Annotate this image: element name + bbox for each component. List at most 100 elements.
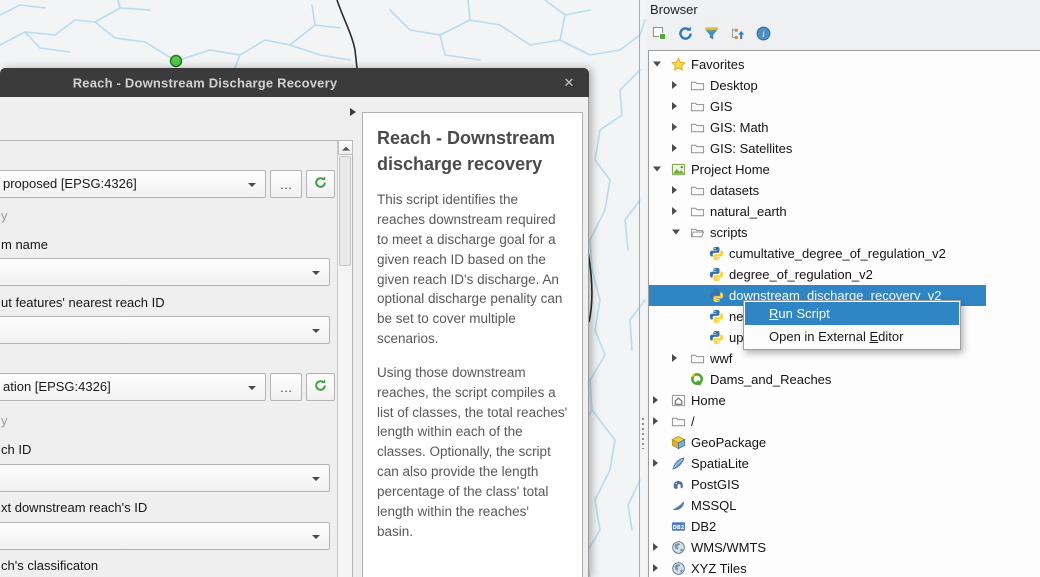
scroll-up-button[interactable] <box>338 141 353 155</box>
folder-open-icon <box>690 225 705 240</box>
dialog-titlebar[interactable]: Reach - Downstream Discharge Recovery ✕ <box>0 68 589 97</box>
tree-item-degree-of-regulation-v2[interactable]: degree_of_regulation_v2 <box>649 264 1040 285</box>
chevron-down-icon[interactable] <box>672 230 680 235</box>
project-home-icon <box>671 162 686 177</box>
tree-item-gis[interactable]: GIS <box>649 96 1040 117</box>
svg-text:i: i <box>762 30 765 40</box>
chevron-down-icon[interactable] <box>653 62 661 67</box>
chevron-down-icon <box>248 183 256 187</box>
form-scrollbar[interactable] <box>337 141 352 577</box>
tree-item-label: cumultative_degree_of_regulation_v2 <box>729 243 946 264</box>
tree-item-geopackage[interactable]: GeoPackage <box>649 432 1040 453</box>
chevron-right-icon[interactable] <box>653 543 658 551</box>
chevron-down-icon <box>312 535 320 539</box>
chevron-down-icon <box>312 477 320 481</box>
tree-item-db2[interactable]: DB2 DB2 <box>649 516 1040 537</box>
tree-item-label: ne <box>729 306 743 327</box>
tree-item-spatialite[interactable]: SpatiaLite <box>649 453 1040 474</box>
scrollbar-thumb[interactable] <box>339 156 351 266</box>
properties-button[interactable]: i <box>754 25 772 43</box>
collapse-help-icon[interactable] <box>350 108 356 116</box>
chevron-right-icon[interactable] <box>653 396 658 404</box>
folder-icon <box>690 183 705 198</box>
tree-item-label: Project Home <box>691 159 770 180</box>
menu-item-open-in-external-editor[interactable]: Open in External Editor <box>745 325 959 348</box>
folder-icon <box>671 414 686 429</box>
tree-item-natural-earth[interactable]: natural_earth <box>649 201 1040 222</box>
dock-splitter-handle[interactable] <box>642 418 644 449</box>
browse-button[interactable]: … <box>270 170 302 198</box>
tree-item-wwf[interactable]: wwf <box>649 348 1040 369</box>
layer-combo[interactable]: proposed [EPSG:4326] <box>0 170 266 198</box>
geopackage-icon <box>671 435 686 450</box>
tree-item-label: Dams_and_Reaches <box>710 369 831 390</box>
tree-item-label: natural_earth <box>710 201 787 222</box>
param-label: m name <box>1 237 48 252</box>
chevron-right-icon[interactable] <box>653 459 658 467</box>
tree-item-label: Home <box>691 390 726 411</box>
reload-layers-button[interactable] <box>306 170 335 198</box>
param-combo[interactable] <box>0 464 330 492</box>
refresh-icon <box>313 175 328 193</box>
tree-item-label: datasets <box>710 180 759 201</box>
tree-item-project-home[interactable]: Project Home <box>649 159 1040 180</box>
help-title: Reach - Downstream discharge recovery <box>377 125 567 177</box>
filter-browser-button[interactable] <box>702 25 720 43</box>
tree-item-postgis[interactable]: PostGIS <box>649 474 1040 495</box>
collapse-all-button[interactable] <box>728 25 746 43</box>
refresh-icon <box>313 378 328 396</box>
folder-icon <box>690 78 705 93</box>
tree-item-wms-wmts[interactable]: WMS/WMTS <box>649 537 1040 558</box>
param-label: ch's classificaton <box>1 558 98 573</box>
tree-item-label: DB2 <box>691 516 716 537</box>
tree-item-favorites[interactable]: Favorites <box>649 54 1040 75</box>
tree-item-item[interactable]: / <box>649 411 1040 432</box>
tree-item-label: Favorites <box>691 54 744 75</box>
tree-item-mssql[interactable]: MSSQL <box>649 495 1040 516</box>
param-combo[interactable] <box>0 522 330 550</box>
tree-item-label: GIS: Satellites <box>710 138 792 159</box>
tree-item-datasets[interactable]: datasets <box>649 180 1040 201</box>
tree-item-gis-math[interactable]: GIS: Math <box>649 117 1040 138</box>
chevron-right-icon[interactable] <box>672 186 677 194</box>
tree-item-desktop[interactable]: Desktop <box>649 75 1040 96</box>
tree-item-home[interactable]: Home <box>649 390 1040 411</box>
tree-item-gis-satellites[interactable]: GIS: Satellites <box>649 138 1040 159</box>
chevron-right-icon[interactable] <box>653 564 658 572</box>
menu-item-run-script[interactable]: Run Script <box>745 302 959 325</box>
close-icon[interactable]: ✕ <box>556 72 582 93</box>
param-combo[interactable] <box>0 316 330 344</box>
tree-item-label: Desktop <box>710 75 758 96</box>
tree-item-dams-and-reaches[interactable]: Dams_and_Reaches <box>649 369 1040 390</box>
help-pane: Reach - Downstream discharge recovery Th… <box>362 112 583 577</box>
tree-item-cumultative-degree-of-regulation-v2[interactable]: cumultative_degree_of_regulation_v2 <box>649 243 1040 264</box>
arrow-up-icon <box>342 146 350 150</box>
chevron-right-icon[interactable] <box>672 354 677 362</box>
tree-item-scripts[interactable]: scripts <box>649 222 1040 243</box>
svg-text:DB2: DB2 <box>673 525 685 531</box>
tree-item-label: degree_of_regulation_v2 <box>729 264 873 285</box>
chevron-right-icon[interactable] <box>672 144 677 152</box>
help-paragraph: This script identifies the reaches downs… <box>377 190 568 349</box>
python-icon <box>709 288 724 303</box>
layer-combo[interactable]: ation [EPSG:4326] <box>0 373 266 401</box>
refresh-button[interactable] <box>676 25 694 43</box>
browser-panel: Browser i FavoritesDesktopGISGIS: MathGI… <box>646 0 1040 577</box>
reload-layers-button[interactable] <box>306 373 335 401</box>
chevron-right-icon[interactable] <box>653 417 658 425</box>
dam-point-marker[interactable] <box>171 56 182 67</box>
tree-item-xyz-tiles[interactable]: XYZ Tiles <box>649 558 1040 577</box>
chevron-right-icon[interactable] <box>672 123 677 131</box>
folder-icon <box>690 141 705 156</box>
chevron-right-icon[interactable] <box>672 207 677 215</box>
chevron-down-icon[interactable] <box>653 167 661 172</box>
add-selected-layers-button[interactable] <box>650 25 668 43</box>
filter-browser-icon <box>703 30 720 45</box>
param-combo[interactable] <box>0 258 330 286</box>
chevron-right-icon[interactable] <box>672 81 677 89</box>
chevron-right-icon[interactable] <box>672 102 677 110</box>
browse-button[interactable]: … <box>270 373 302 401</box>
tree-item-label: scripts <box>710 222 748 243</box>
combo-value: ation [EPSG:4326] <box>3 374 111 400</box>
globe-icon <box>671 540 686 555</box>
